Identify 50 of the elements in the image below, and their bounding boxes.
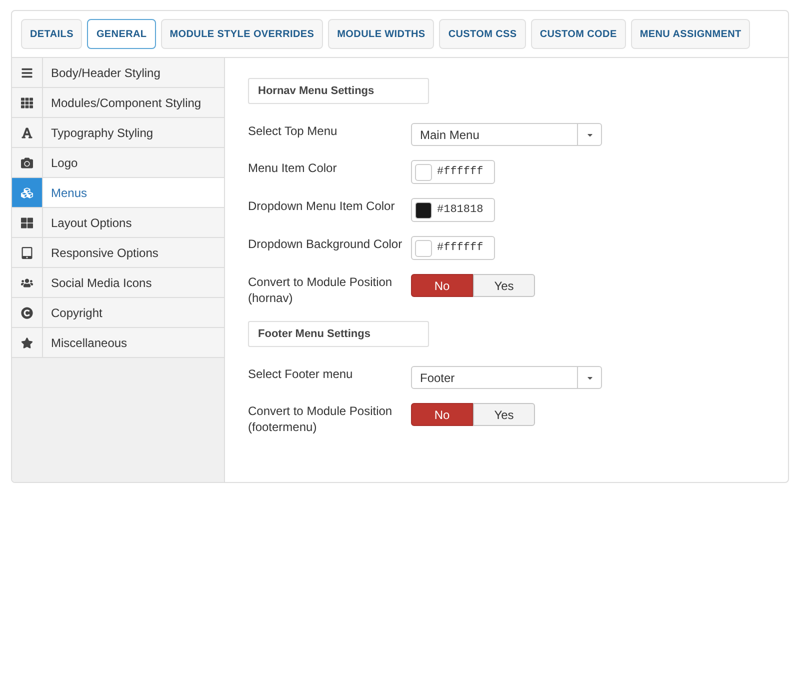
field-label: Convert to Module Position <box>248 275 392 289</box>
field-label: Convert to Module Position <box>248 404 392 418</box>
grid-icon <box>21 96 33 108</box>
sidebar-item[interactable]: Responsive Options <box>12 238 224 268</box>
sidebar-item[interactable]: Typography Styling <box>12 118 224 148</box>
sidebar-item[interactable]: Body/Header Styling <box>12 58 224 88</box>
sidebar-item[interactable]: Copyright <box>12 298 224 328</box>
sidebar-item[interactable]: Social Media Icons <box>12 268 224 298</box>
toggle-option[interactable]: No <box>411 403 473 426</box>
field-label: Dropdown Background Color <box>248 237 402 251</box>
menu-icon <box>21 66 33 78</box>
tablet-icon <box>21 246 33 258</box>
tab[interactable]: MENU ASSIGNMENT <box>630 19 750 49</box>
toggle-option[interactable]: Yes <box>473 403 535 426</box>
field-label: Dropdown Menu Item Color <box>248 199 395 213</box>
section-heading: Footer Menu Settings <box>248 321 429 347</box>
color-swatch[interactable] <box>415 240 432 256</box>
sidebar-item[interactable]: Miscellaneous <box>12 328 224 358</box>
select-field[interactable]: Main Menu <box>411 123 602 146</box>
section-heading: Hornav Menu Settings <box>248 78 429 104</box>
tab[interactable]: GENERAL <box>87 19 156 49</box>
tab[interactable]: CUSTOM CSS <box>439 19 526 49</box>
toggle-option[interactable]: No <box>411 274 473 297</box>
users-icon <box>21 276 33 288</box>
cubes-icon <box>21 186 33 198</box>
copyright-icon <box>21 306 33 318</box>
color-field[interactable]: #181818 <box>411 198 495 222</box>
toggle-option[interactable]: Yes <box>473 274 535 297</box>
tab[interactable]: MODULE STYLE OVERRIDES <box>160 19 324 49</box>
sidebar-item[interactable]: Logo <box>12 148 224 178</box>
sidebar-item[interactable]: Menus <box>12 178 224 208</box>
sidebar-item[interactable]: Modules/Component Styling <box>12 88 224 118</box>
color-swatch[interactable] <box>415 202 432 218</box>
field-label: Menu Item Color <box>248 161 337 175</box>
color-field[interactable]: #ffffff <box>411 160 495 184</box>
field-label: (hornav) <box>248 291 293 305</box>
color-field[interactable]: #ffffff <box>411 236 495 260</box>
tab[interactable]: MODULE WIDTHS <box>328 19 434 49</box>
tab[interactable]: DETAILS <box>21 19 82 49</box>
field-label: Select Footer menu <box>248 367 353 381</box>
letter-icon <box>21 126 33 138</box>
select-field[interactable]: Footer <box>411 366 602 389</box>
camera-icon <box>21 156 33 168</box>
sidebar-item[interactable]: Layout Options <box>12 208 224 238</box>
star-icon <box>21 336 33 348</box>
field-label: Select Top Menu <box>248 124 338 138</box>
tab[interactable]: CUSTOM CODE <box>530 19 626 49</box>
field-label: (footermenu) <box>248 420 317 434</box>
grid-icon <box>21 216 33 228</box>
color-swatch[interactable] <box>415 164 432 180</box>
